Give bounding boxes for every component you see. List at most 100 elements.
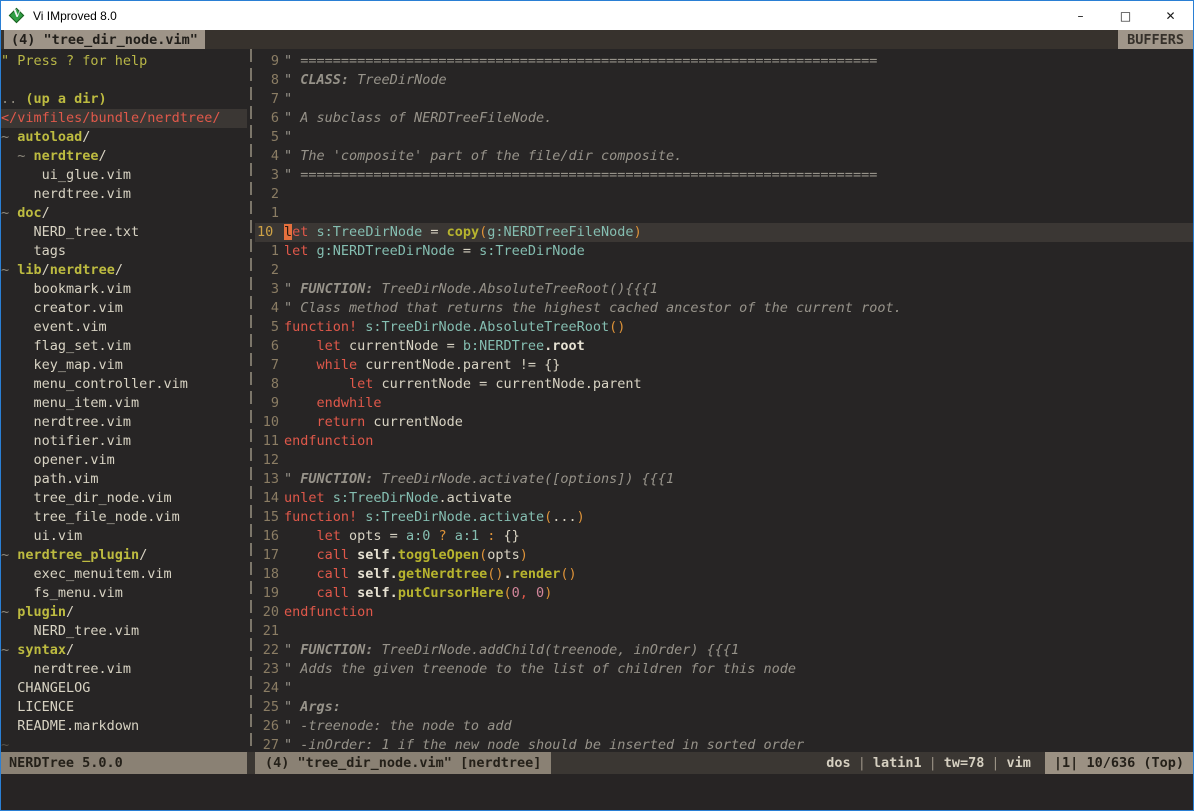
statusline-cursor-position: 10/636 (Top) [1086,755,1184,771]
tree-row[interactable]: nerdtree.vim [1,413,247,432]
code-line[interactable]: 3" FUNCTION: TreeDirNode.AbsoluteTreeRoo… [255,280,1193,299]
statusline-window-number: |1| [1054,755,1078,771]
minimize-button[interactable]: – [1058,1,1103,30]
tree-row[interactable]: nerdtree.vim [1,660,247,679]
code-line[interactable]: 2 [255,185,1193,204]
window-split-separator[interactable] [247,49,255,752]
code-line[interactable]: 26" -treenode: the node to add [255,717,1193,736]
tree-row[interactable]: event.vim [1,318,247,337]
close-button[interactable]: ✕ [1148,1,1193,30]
code-line[interactable]: 8" CLASS: TreeDirNode [255,71,1193,90]
code-line[interactable]: 22" FUNCTION: TreeDirNode.addChild(treen… [255,641,1193,660]
code-line[interactable]: 15function! s:TreeDirNode.activate(...) [255,508,1193,527]
code-line[interactable]: 3" =====================================… [255,166,1193,185]
tree-row[interactable]: tags [1,242,247,261]
tree-row[interactable]: tree_dir_node.vim [1,489,247,508]
tree-row[interactable]: " Press ? for help [1,52,247,71]
tree-row[interactable] [1,71,247,90]
editor-panel[interactable]: 9" =====================================… [255,49,1193,752]
main-content: " Press ? for help .. (up a dir)</vimfile… [1,49,1193,752]
code-line[interactable]: 16 let opts = a:0 ? a:1 : {} [255,527,1193,546]
code-line[interactable]: 6" A subclass of NERDTreeFileNode. [255,109,1193,128]
vim-logo-icon: V [9,8,25,24]
tree-row[interactable]: path.vim [1,470,247,489]
code-line[interactable]: 12 [255,451,1193,470]
code-line[interactable]: 6 let currentNode = b:NERDTree.root [255,337,1193,356]
tree-row[interactable]: bookmark.vim [1,280,247,299]
tree-row-selected-root[interactable]: </vimfiles/bundle/nerdtree/ [1,109,247,128]
code-line[interactable]: 1let g:NERDTreeDirNode = s:TreeDirNode [255,242,1193,261]
code-line[interactable]: 20endfunction [255,603,1193,622]
tree-row[interactable]: fs_menu.vim [1,584,247,603]
tree-row[interactable]: NERD_tree.txt [1,223,247,242]
tree-row[interactable]: opener.vim [1,451,247,470]
tree-row[interactable]: ui_glue.vim [1,166,247,185]
code-line[interactable]: 13" FUNCTION: TreeDirNode.activate([opti… [255,470,1193,489]
line-number: 14 [255,489,279,508]
code-line[interactable]: 19 call self.putCursorHere(0, 0) [255,584,1193,603]
code-line[interactable]: 17 call self.toggleOpen(opts) [255,546,1193,565]
statusline: NERDTree 5.0.0 (4) "tree_dir_node.vim" [… [1,752,1193,774]
tree-row[interactable]: README.markdown [1,717,247,736]
code-line[interactable]: 8 let currentNode = currentNode.parent [255,375,1193,394]
line-number: 3 [255,166,279,185]
code-line[interactable]: 7 while currentNode.parent != {} [255,356,1193,375]
code-line[interactable]: 21 [255,622,1193,641]
line-number: 2 [255,185,279,204]
buffer-tab[interactable]: (4) "tree_dir_node.vim" [4,30,205,49]
tree-row[interactable]: flag_set.vim [1,337,247,356]
maximize-button[interactable]: □ [1103,1,1148,30]
code-line[interactable]: 25" Args: [255,698,1193,717]
line-number: 27 [255,736,279,752]
code-line[interactable]: 4" The 'composite' part of the file/dir … [255,147,1193,166]
tree-row[interactable]: ~ nerdtree/ [1,147,247,166]
nerdtree-panel[interactable]: " Press ? for help .. (up a dir)</vimfile… [1,49,247,752]
tree-row[interactable]: NERD_tree.vim [1,622,247,641]
code-line[interactable]: 1 [255,204,1193,223]
code-line-cursor[interactable]: 10let s:TreeDirNode = copy(g:NERDTreeFil… [255,223,1193,242]
line-number: 20 [255,603,279,622]
code-line[interactable]: 24" [255,679,1193,698]
tree-row[interactable]: .. (up a dir) [1,90,247,109]
code-line[interactable]: 4" Class method that returns the highest… [255,299,1193,318]
tree-row[interactable]: nerdtree.vim [1,185,247,204]
code-line[interactable]: 7" [255,90,1193,109]
statusline-info-item: dos [826,755,850,771]
code-line[interactable]: 9" =====================================… [255,52,1193,71]
code-line[interactable]: 11endfunction [255,432,1193,451]
tree-row[interactable]: exec_menuitem.vim [1,565,247,584]
tree-row[interactable]: ~ autoload/ [1,128,247,147]
tree-row[interactable]: ~ doc/ [1,204,247,223]
tree-row[interactable]: ~ [1,736,247,752]
tree-row[interactable]: LICENCE [1,698,247,717]
tree-row[interactable]: ~ nerdtree_plugin/ [1,546,247,565]
tree-row[interactable]: notifier.vim [1,432,247,451]
tree-row[interactable]: ~ syntax/ [1,641,247,660]
tree-row[interactable]: CHANGELOG [1,679,247,698]
code-line[interactable]: 5" [255,128,1193,147]
line-number: 9 [255,394,279,413]
tree-row[interactable]: menu_controller.vim [1,375,247,394]
tree-row[interactable]: ~ lib/nerdtree/ [1,261,247,280]
line-number: 8 [255,71,279,90]
code-line[interactable]: 2 [255,261,1193,280]
code-line[interactable]: 10 return currentNode [255,413,1193,432]
tree-row[interactable]: menu_item.vim [1,394,247,413]
code-line[interactable]: 14unlet s:TreeDirNode.activate [255,489,1193,508]
tree-row[interactable]: tree_file_node.vim [1,508,247,527]
line-number: 18 [255,565,279,584]
tree-row[interactable]: key_map.vim [1,356,247,375]
titlebar: V Vi IMproved 8.0 – □ ✕ [1,1,1193,30]
buffers-label: BUFFERS [1118,30,1193,49]
line-number: 17 [255,546,279,565]
line-number: 4 [255,147,279,166]
tree-row[interactable]: ui.vim [1,527,247,546]
code-line[interactable]: 23" Adds the given treenode to the list … [255,660,1193,679]
code-line[interactable]: 18 call self.getNerdtree().render() [255,565,1193,584]
code-line[interactable]: 9 endwhile [255,394,1193,413]
code-line[interactable]: 27" -inOrder: 1 if the new node should b… [255,736,1193,752]
tree-row[interactable]: ~ plugin/ [1,603,247,622]
line-number: 10 [255,223,279,242]
tree-row[interactable]: creator.vim [1,299,247,318]
code-line[interactable]: 5function! s:TreeDirNode.AbsoluteTreeRoo… [255,318,1193,337]
